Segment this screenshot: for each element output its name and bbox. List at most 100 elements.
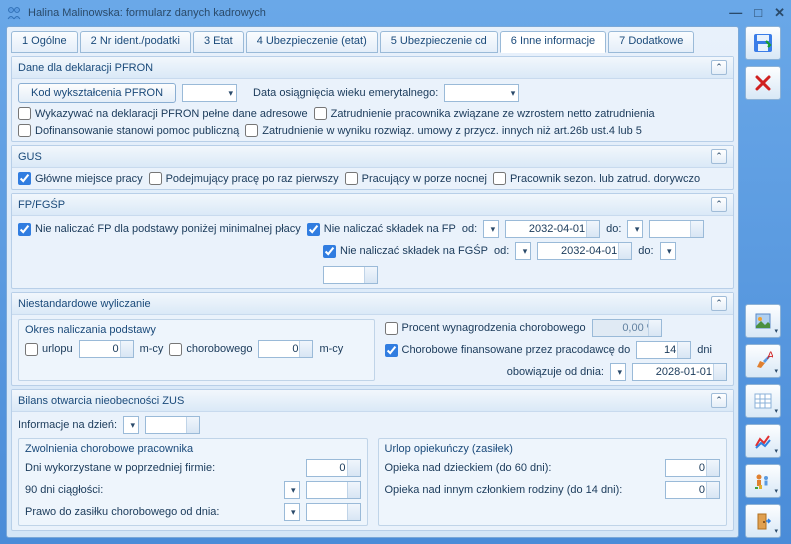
okres-panel: Okres naliczania podstawy urlopu 0▴▾ m-c… (18, 319, 375, 381)
obowiazuje-combo[interactable] (610, 363, 626, 381)
informacje-dzien-date[interactable]: ▴▾ (145, 416, 200, 434)
image-button[interactable] (745, 304, 781, 338)
tab-ubezp-etat[interactable]: 4 Ubezpieczenie (etat) (246, 31, 378, 53)
cb-chorobowego[interactable]: chorobowego (169, 343, 252, 356)
fgsp-do-date[interactable]: ▴▾ (323, 266, 378, 284)
dni-poprzednia-value[interactable]: 0▴▾ (306, 459, 361, 477)
minimize-button[interactable]: — (729, 5, 742, 21)
collapse-fp-icon[interactable]: ⌃ (711, 197, 727, 212)
app-icon (6, 5, 22, 21)
fp-do-label: do: (606, 223, 621, 235)
toolbar-right: A (745, 26, 785, 538)
cb-zatrudnienie-rozwiaz[interactable]: Zatrudnienie w wyniku rozwiąz. umowy z p… (245, 124, 642, 137)
urlop-opiekunczy-title: Urlop opiekuńczy (zasiłek) (385, 443, 721, 455)
cb-urlopu[interactable]: urlopu (25, 343, 73, 356)
zwolnienia-title: Zwolnienia chorobowe pracownika (25, 443, 361, 455)
close-button[interactable]: ✕ (774, 5, 785, 21)
urlopu-value[interactable]: 0▴▾ (79, 340, 134, 358)
retire-age-combo[interactable] (444, 84, 519, 102)
tab-ogolne[interactable]: 1 Ogólne (11, 31, 78, 53)
svg-text:A: A (767, 351, 773, 362)
retire-age-label: Data osiągnięcia wieku emerytalnego: (253, 87, 438, 99)
fgsp-od-combo[interactable] (515, 242, 531, 260)
panel-pfron: Dane dla deklaracji PFRON ⌃ Kod wykształ… (11, 56, 734, 142)
panel-fp-title: FP/FGŚP (18, 199, 65, 211)
tab-etat[interactable]: 3 Etat (193, 31, 244, 53)
people-chart-button[interactable] (745, 464, 781, 498)
opieka-rodzina-value[interactable]: 0▴▾ (665, 481, 720, 499)
cb-procent-chorob[interactable]: Procent wynagrodzenia chorobowego (385, 322, 586, 335)
prawo-zasilek-combo[interactable] (284, 503, 300, 521)
cb-gus-pierwszy[interactable]: Podejmujący pracę po raz pierwszy (149, 172, 339, 185)
dni-label: dni (697, 344, 712, 356)
kod-wyksztalcenia-input[interactable] (182, 84, 237, 102)
chorobowego-value[interactable]: 0▴▾ (258, 340, 313, 358)
titlebar: Halina Malinowska: formularz danych kadr… (0, 0, 791, 26)
collapse-pfron-icon[interactable]: ⌃ (711, 60, 727, 75)
tab-nr-ident[interactable]: 2 Nr ident./podatki (80, 31, 191, 53)
fp-do-date[interactable]: ▴▾ (649, 220, 704, 238)
opieka-dziecko-value[interactable]: 0▴▾ (665, 459, 720, 477)
urlop-opiekunczy-panel: Urlop opiekuńczy (zasiłek) Opieka nad dz… (378, 438, 728, 526)
cb-gus-noc[interactable]: Pracujący w porze nocnej (345, 172, 487, 185)
panel-gus: GUS ⌃ Główne miejsce pracy Podejmujący p… (11, 145, 734, 190)
okres-title: Okres naliczania podstawy (25, 324, 368, 336)
finansowane-value[interactable]: 14▴▾ (636, 341, 691, 359)
panel-gus-title: GUS (18, 151, 42, 163)
panel-fp: FP/FGŚP ⌃ Nie naliczać FP dla podstawy p… (11, 193, 734, 289)
procent-value: 0,00 % (592, 319, 662, 337)
ciaglosc-label: 90 dni ciągłości: (25, 484, 103, 496)
collapse-bilans-icon[interactable]: ⌃ (711, 393, 727, 408)
chorobowego-mcy: m-cy (319, 343, 343, 355)
fp-do-combo[interactable] (627, 220, 643, 238)
cb-gus-sezon[interactable]: Pracownik sezon. lub zatrud. dorywczo (493, 172, 700, 185)
cb-fp-below-min[interactable]: Nie naliczać FP dla podstawy poniżej min… (18, 223, 301, 236)
chart-button[interactable] (745, 424, 781, 458)
fp-od-date[interactable]: 2032-04-01▴▾ (505, 220, 600, 238)
ciaglosc-combo[interactable] (284, 481, 300, 499)
urlopu-mcy: m-cy (140, 343, 164, 355)
cb-fp-skladki[interactable]: Nie naliczać składek na FP (307, 223, 456, 236)
kod-wyksztalcenia-button[interactable]: Kod wykształcenia PFRON (18, 83, 176, 103)
panel-pfron-title: Dane dla deklaracji PFRON (18, 62, 153, 74)
panel-niestandardowe: Niestandardowe wyliczanie ⌃ Okres nalicz… (11, 292, 734, 386)
cb-zatrudnienie-netto[interactable]: Zatrudnienie pracownika związane ze wzro… (314, 107, 655, 120)
maximize-button[interactable]: □ (754, 5, 762, 21)
tab-inne-informacje[interactable]: 6 Inne informacje (500, 31, 606, 53)
cb-pfron-full-address[interactable]: Wykazywać na deklaracji PFRON pełne dane… (18, 107, 308, 120)
brush-button[interactable]: A (745, 344, 781, 378)
cancel-button[interactable] (745, 66, 781, 100)
fgsp-od-date[interactable]: 2032-04-01▴▾ (537, 242, 632, 260)
ciaglosc-date[interactable]: ▴▾ (306, 481, 361, 499)
fgsp-od-label: od: (494, 245, 509, 257)
fp-od-label: od: (462, 223, 477, 235)
prawo-zasilek-label: Prawo do zasiłku chorobowego od dnia: (25, 506, 219, 518)
informacje-dzien-label: Informacje na dzień: (18, 419, 117, 431)
save-button[interactable] (745, 26, 781, 60)
panel-bilans: Bilans otwarcia nieobecności ZUS ⌃ Infor… (11, 389, 734, 531)
opieka-dziecko-label: Opieka nad dzieckiem (do 60 dni): (385, 462, 552, 474)
window-title: Halina Malinowska: formularz danych kadr… (28, 7, 729, 19)
tab-dodatkowe[interactable]: 7 Dodatkowe (608, 31, 694, 53)
tab-bar: 1 Ogólne 2 Nr ident./podatki 3 Etat 4 Ub… (11, 31, 734, 53)
fp-od-combo[interactable] (483, 220, 499, 238)
fgsp-do-label: do: (638, 245, 653, 257)
spreadsheet-button[interactable] (745, 384, 781, 418)
opieka-rodzina-label: Opieka nad innym członkiem rodziny (do 1… (385, 484, 623, 496)
zwolnienia-panel: Zwolnienia chorobowe pracownika Dni wyko… (18, 438, 368, 526)
door-button[interactable] (745, 504, 781, 538)
cb-fgsp-skladki[interactable]: Nie naliczać składek na FGŚP (323, 245, 488, 258)
informacje-dzien-combo[interactable] (123, 416, 139, 434)
prawo-zasilek-date[interactable]: ▴▾ (306, 503, 361, 521)
cb-gus-glowne[interactable]: Główne miejsce pracy (18, 172, 143, 185)
panel-bilans-title: Bilans otwarcia nieobecności ZUS (18, 395, 184, 407)
collapse-niest-icon[interactable]: ⌃ (711, 296, 727, 311)
tab-ubezp-cd[interactable]: 5 Ubezpieczenie cd (380, 31, 498, 53)
cb-dofinansowanie-publiczna[interactable]: Dofinansowanie stanowi pomoc publiczną (18, 124, 239, 137)
cb-finansowane-pracodawca[interactable]: Chorobowe finansowane przez pracodawcę d… (385, 344, 631, 357)
obowiazuje-date[interactable]: 2028-01-01▴▾ (632, 363, 727, 381)
collapse-gus-icon[interactable]: ⌃ (711, 149, 727, 164)
obowiazuje-label: obowiązuje od dnia: (507, 366, 604, 378)
fgsp-do-combo[interactable] (660, 242, 676, 260)
panel-niest-title: Niestandardowe wyliczanie (18, 298, 151, 310)
